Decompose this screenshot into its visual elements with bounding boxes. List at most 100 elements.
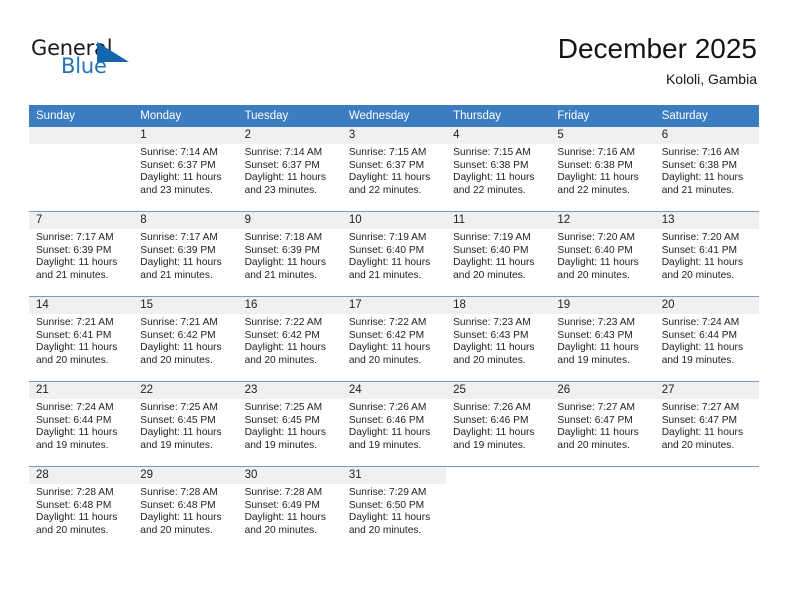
daylight-text: Daylight: 11 hours	[348, 342, 431, 354]
daylight-text: Daylight: 11 hours	[453, 427, 535, 439]
day-cell-inner: 26 Sunrise: 7:27 AM Sunset: 6:47 PM Dayligh…	[550, 382, 655, 466]
weekday-header-monday: Monday	[133, 105, 238, 127]
page-header: General Blue December 2025 Kololi, Gambi…	[0, 0, 792, 100]
sunset-text: Sunset: 6:40 PM	[348, 244, 425, 256]
daylight-text: and 19 minutes.	[453, 439, 526, 451]
calendar-day-cell[interactable]: 11 Sunrise: 7:19 AM Sunset: 6:40 PM Dayligh…	[446, 211, 551, 297]
day-cell-inner: 19 Sunrise: 7:23 AM Sunset: 6:43 PM Dayligh…	[550, 297, 655, 381]
day-number: 24	[341, 382, 447, 399]
general-blue-logo[interactable]: General Blue	[31, 36, 171, 86]
sunrise-text: Sunrise: 7:26 AM	[453, 402, 531, 413]
sunrise-text: Sunrise: 7:14 AM	[140, 147, 218, 158]
day-cell-inner: 10 Sunrise: 7:19 AM Sunset: 6:40 PM Dayligh…	[341, 212, 447, 296]
calendar-day-cell[interactable]: 30 Sunrise: 7:28 AM Sunset: 6:49 PM Dayligh…	[237, 466, 342, 551]
day-cell-inner: 16 Sunrise: 7:22 AM Sunset: 6:42 PM Dayligh…	[237, 297, 342, 381]
calendar-day-cell[interactable]: 12 Sunrise: 7:20 AM Sunset: 6:40 PM Dayligh…	[550, 211, 655, 297]
day-cell-inner: 25 Sunrise: 7:26 AM Sunset: 6:46 PM Dayligh…	[446, 382, 551, 466]
day-cell-inner	[29, 127, 134, 211]
sunset-text: Sunset: 6:47 PM	[557, 414, 633, 426]
day-cell-inner	[550, 467, 655, 551]
calendar-day-cell[interactable]: 17 Sunrise: 7:22 AM Sunset: 6:42 PM Dayligh…	[341, 296, 447, 382]
daylight-text: and 19 minutes.	[557, 354, 630, 366]
calendar-day-cell[interactable]: 8 Sunrise: 7:17 AM Sunset: 6:39 PM Daylight…	[133, 211, 238, 297]
daylight-text: and 23 minutes.	[244, 184, 318, 196]
sun-info: Sunrise: 7:19 AM Sunset: 6:40 PM Daylight:…	[446, 229, 550, 282]
day-cell-inner: 23 Sunrise: 7:25 AM Sunset: 6:45 PM Dayligh…	[237, 382, 342, 466]
calendar-day-cell[interactable]: 23 Sunrise: 7:25 AM Sunset: 6:45 PM Dayligh…	[237, 381, 342, 467]
daylight-text: and 19 minutes.	[661, 354, 735, 366]
calendar-day-cell[interactable]: 5 Sunrise: 7:16 AM Sunset: 6:38 PM Daylight…	[550, 127, 655, 212]
calendar-day-cell[interactable]: 3 Sunrise: 7:15 AM Sunset: 6:37 PM Daylight…	[341, 127, 447, 212]
day-cell-inner: 27 Sunrise: 7:27 AM Sunset: 6:47 PM Dayligh…	[654, 382, 759, 466]
daylight-text: and 19 minutes.	[244, 439, 318, 451]
calendar-day-cell[interactable]: 24 Sunrise: 7:26 AM Sunset: 6:46 PM Dayligh…	[341, 381, 447, 467]
day-cell-inner: 21 Sunrise: 7:24 AM Sunset: 6:44 PM Dayligh…	[29, 382, 134, 466]
calendar-day-cell[interactable]: 25 Sunrise: 7:26 AM Sunset: 6:46 PM Dayligh…	[446, 381, 551, 467]
weekday-header-row: Sunday Monday Tuesday Wednesday Thursday…	[29, 105, 759, 127]
title-block: December 2025 Kololi, Gambia	[558, 32, 757, 89]
sun-info: Sunrise: 7:29 AM Sunset: 6:50 PM Daylight:…	[342, 484, 446, 537]
calendar-day-cell[interactable]: 4 Sunrise: 7:15 AM Sunset: 6:38 PM Daylight…	[446, 127, 551, 212]
sun-info: Sunrise: 7:16 AM Sunset: 6:38 PM Daylight:…	[655, 144, 759, 197]
sunrise-text: Sunrise: 7:28 AM	[244, 487, 323, 498]
day-number: 30	[237, 467, 342, 484]
daylight-text: Daylight: 11 hours	[140, 512, 222, 524]
weekday-header-tuesday: Tuesday	[237, 105, 342, 127]
calendar-day-cell[interactable]: 16 Sunrise: 7:22 AM Sunset: 6:42 PM Dayligh…	[237, 296, 342, 382]
daylight-text: Daylight: 11 hours	[348, 172, 431, 184]
daylight-text: and 21 minutes.	[36, 269, 109, 281]
calendar-week-row: 21 Sunrise: 7:24 AM Sunset: 6:44 PM Dayligh…	[29, 381, 759, 467]
sun-info: Sunrise: 7:14 AM Sunset: 6:37 PM Daylight:…	[133, 144, 237, 197]
daylight-text: and 21 minutes.	[661, 184, 735, 196]
sunrise-text: Sunrise: 7:20 AM	[661, 232, 740, 243]
calendar-day-cell[interactable]: 31 Sunrise: 7:29 AM Sunset: 6:50 PM Dayligh…	[341, 466, 447, 551]
sunrise-text: Sunrise: 7:18 AM	[244, 232, 323, 243]
calendar-day-cell[interactable]: 26 Sunrise: 7:27 AM Sunset: 6:47 PM Dayligh…	[550, 381, 655, 467]
page-title: December 2025	[557, 33, 757, 64]
sunrise-text: Sunrise: 7:23 AM	[557, 317, 635, 328]
calendar-day-cell[interactable]: 1 Sunrise: 7:14 AM Sunset: 6:37 PM Daylight…	[133, 127, 238, 212]
sunset-text: Sunset: 6:42 PM	[244, 329, 320, 341]
calendar-day-cell[interactable]: 10 Sunrise: 7:19 AM Sunset: 6:40 PM Dayligh…	[341, 211, 447, 297]
calendar-day-cell[interactable]: 13 Sunrise: 7:20 AM Sunset: 6:41 PM Dayligh…	[654, 211, 759, 297]
sunset-text: Sunset: 6:41 PM	[661, 244, 738, 256]
calendar-day-cell[interactable]: 29 Sunrise: 7:28 AM Sunset: 6:48 PM Dayligh…	[133, 466, 238, 551]
sunrise-text: Sunrise: 7:26 AM	[348, 402, 427, 413]
calendar-day-cell[interactable]: 15 Sunrise: 7:21 AM Sunset: 6:42 PM Dayligh…	[133, 296, 238, 382]
calendar-day-cell[interactable]: 9 Sunrise: 7:18 AM Sunset: 6:39 PM Daylight…	[237, 211, 342, 297]
sunrise-text: Sunrise: 7:24 AM	[661, 317, 740, 328]
calendar-day-cell[interactable]: 18 Sunrise: 7:23 AM Sunset: 6:43 PM Dayligh…	[446, 296, 551, 382]
daylight-text: and 20 minutes.	[661, 439, 735, 451]
daylight-text: Daylight: 11 hours	[244, 342, 326, 354]
daylight-text: Daylight: 11 hours	[244, 512, 326, 524]
daylight-text: Daylight: 11 hours	[661, 172, 744, 184]
sunrise-text: Sunrise: 7:25 AM	[244, 402, 323, 413]
calendar-day-cell[interactable]: 14 Sunrise: 7:21 AM Sunset: 6:41 PM Dayligh…	[29, 296, 134, 382]
daylight-text: and 21 minutes.	[348, 269, 422, 281]
sun-info: Sunrise: 7:21 AM Sunset: 6:42 PM Daylight:…	[133, 314, 237, 367]
calendar-day-cell[interactable]: 21 Sunrise: 7:24 AM Sunset: 6:44 PM Dayligh…	[29, 381, 134, 467]
day-cell-inner: 30 Sunrise: 7:28 AM Sunset: 6:49 PM Dayligh…	[237, 467, 342, 551]
calendar-day-cell[interactable]: 28 Sunrise: 7:28 AM Sunset: 6:48 PM Dayligh…	[29, 466, 134, 551]
daylight-text: Daylight: 11 hours	[348, 257, 431, 269]
sunrise-text: Sunrise: 7:16 AM	[661, 147, 740, 158]
sunrise-text: Sunrise: 7:17 AM	[140, 232, 218, 243]
sun-info: Sunrise: 7:25 AM Sunset: 6:45 PM Daylight:…	[133, 399, 237, 452]
calendar-day-cell[interactable]: 20 Sunrise: 7:24 AM Sunset: 6:44 PM Dayligh…	[654, 296, 759, 382]
day-cell-inner: 9 Sunrise: 7:18 AM Sunset: 6:39 PM Daylight…	[237, 212, 342, 296]
calendar-day-cell[interactable]: 7 Sunrise: 7:17 AM Sunset: 6:39 PM Daylight…	[29, 211, 134, 297]
day-number: 20	[654, 297, 759, 314]
logo-text-blue: Blue	[61, 54, 107, 78]
calendar-day-cell[interactable]: 22 Sunrise: 7:25 AM Sunset: 6:45 PM Dayligh…	[133, 381, 238, 467]
calendar-day-cell[interactable]: 19 Sunrise: 7:23 AM Sunset: 6:43 PM Dayligh…	[550, 296, 655, 382]
sun-info: Sunrise: 7:20 AM Sunset: 6:41 PM Daylight:…	[655, 229, 759, 282]
calendar-day-cell[interactable]: 2 Sunrise: 7:14 AM Sunset: 6:37 PM Daylight…	[237, 127, 342, 212]
daylight-text: and 20 minutes.	[348, 354, 422, 366]
sunset-text: Sunset: 6:50 PM	[348, 499, 425, 511]
sunrise-text: Sunrise: 7:16 AM	[557, 147, 635, 158]
sun-info: Sunrise: 7:24 AM Sunset: 6:44 PM Daylight:…	[655, 314, 759, 367]
daylight-text: and 19 minutes.	[36, 439, 109, 451]
sun-info: Sunrise: 7:25 AM Sunset: 6:45 PM Daylight:…	[238, 399, 342, 452]
calendar-day-cell[interactable]: 27 Sunrise: 7:27 AM Sunset: 6:47 PM Dayligh…	[654, 381, 759, 467]
calendar-day-cell[interactable]: 6 Sunrise: 7:16 AM Sunset: 6:38 PM Daylight…	[654, 127, 759, 212]
